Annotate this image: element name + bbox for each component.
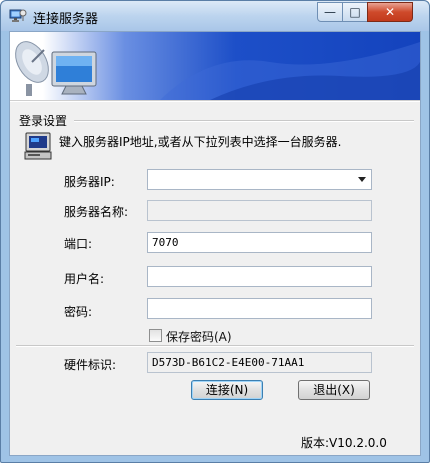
connect-button[interactable]: 连接(N)	[191, 380, 263, 400]
form-divider	[16, 345, 414, 347]
server-name-label: 服务器名称:	[64, 205, 129, 219]
password-label: 密码:	[64, 305, 93, 319]
network-computer-icon	[9, 9, 27, 22]
save-password-label[interactable]: 保存密码(A)	[166, 328, 232, 345]
save-password-checkbox[interactable]	[149, 329, 162, 342]
minimize-icon: —	[324, 5, 336, 19]
instruction-text: 键入服务器IP地址,或者从下拉列表中选择一台服务器.	[59, 135, 342, 149]
close-button[interactable]: ✕	[367, 2, 413, 22]
banner-separator	[10, 100, 420, 102]
server-ip-combobox[interactable]	[147, 169, 372, 190]
dialog-client-area: 登录设置 键入服务器IP地址,或者从下拉列表中选择一台服务器. 服务器IP: 服…	[9, 31, 421, 456]
version-label: 版本:V10.2.0.0	[301, 436, 387, 450]
connect-server-window: 连接服务器 — □ ✕ 登录设置 键入服务器IP地址,或者从下拉列表中选择一台服…	[0, 0, 430, 463]
exit-button[interactable]: 退出(X)	[298, 380, 370, 400]
hardware-id-label: 硬件标识:	[64, 358, 117, 372]
group-divider	[74, 120, 414, 122]
username-label: 用户名:	[64, 272, 105, 286]
password-field[interactable]	[147, 298, 372, 319]
close-icon: ✕	[384, 5, 396, 19]
maximize-icon: □	[349, 5, 361, 19]
satellite-dish-monitor-icon	[15, 41, 420, 100]
port-label: 端口:	[64, 237, 93, 251]
username-field[interactable]	[147, 266, 372, 287]
login-settings-title: 登录设置	[19, 114, 68, 128]
maximize-button[interactable]: □	[342, 2, 368, 22]
title-bar[interactable]: 连接服务器 — □ ✕	[1, 1, 429, 31]
server-name-field	[147, 200, 372, 221]
port-field[interactable]: 7070	[147, 232, 372, 253]
server-ip-label: 服务器IP:	[64, 175, 115, 189]
chevron-down-icon[interactable]	[358, 177, 366, 182]
computer-icon	[24, 132, 52, 160]
minimize-button[interactable]: —	[317, 2, 343, 22]
window-title: 连接服务器	[33, 12, 99, 27]
hardware-id-field: D573D-B61C2-E4E00-71AA1	[147, 352, 372, 373]
header-banner	[10, 32, 420, 100]
